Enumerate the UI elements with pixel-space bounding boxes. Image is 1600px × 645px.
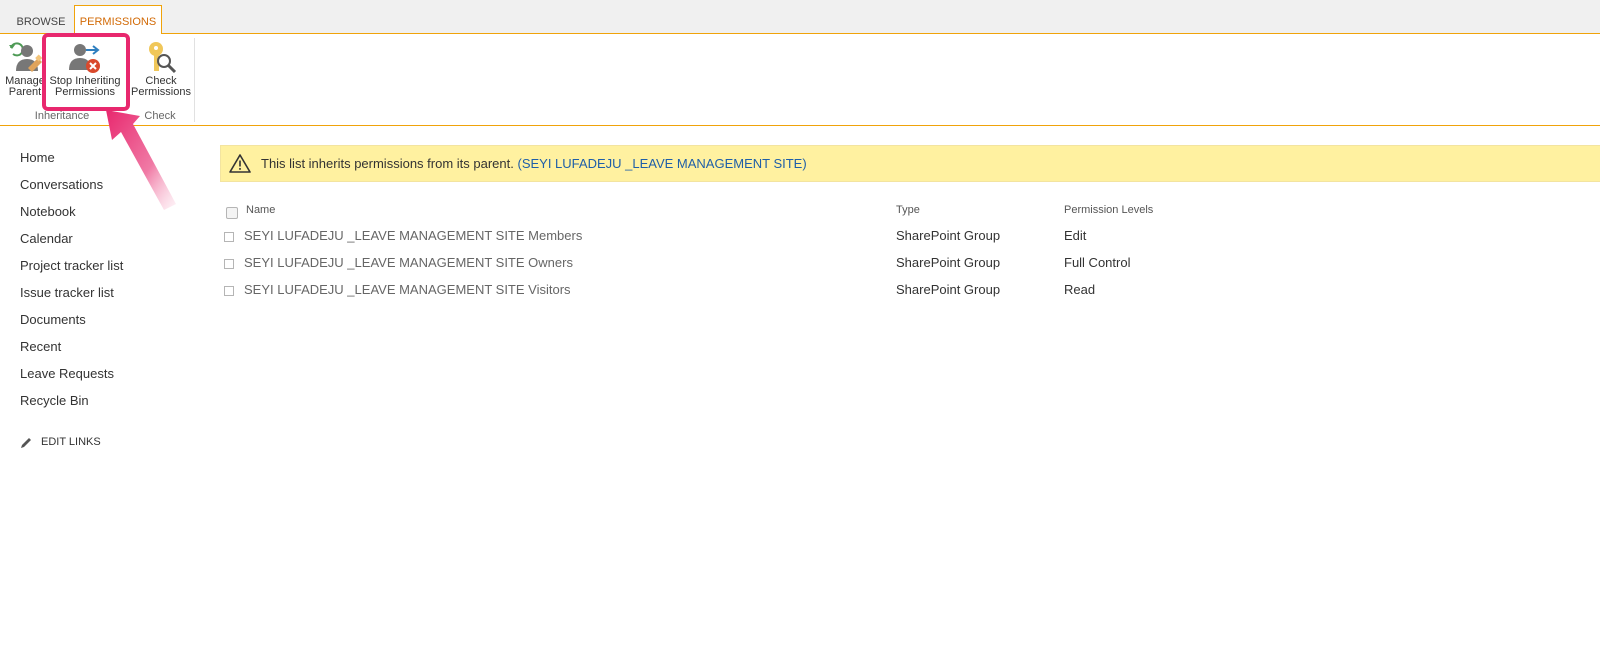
row-checkbox[interactable] [224, 232, 234, 242]
nav-item-leave-requests[interactable]: Leave Requests [20, 364, 210, 391]
stop-inheriting-permissions-button[interactable]: Stop Inheriting Permissions [48, 40, 122, 98]
stop-inheriting-icon [69, 44, 100, 73]
nav-item-notebook[interactable]: Notebook [20, 202, 210, 229]
group-type: SharePoint Group [896, 228, 1001, 243]
parent-site-link[interactable]: (SEYI LUFADEJU _LEAVE MANAGEMENT SITE) [517, 156, 806, 171]
nav-item-home[interactable]: Home [20, 148, 210, 175]
ribbon-tab-bar: BROWSE PERMISSIONS [0, 0, 1600, 35]
nav-item-conversations[interactable]: Conversations [20, 175, 210, 202]
group-type: SharePoint Group [896, 255, 1001, 270]
check-permissions-label: Check Permissions [131, 75, 191, 98]
permission-level: Full Control [1064, 255, 1131, 270]
stop-inheriting-label: Stop Inheriting Permissions [49, 75, 121, 98]
left-navigation: Home Conversations Notebook Calendar Pro… [20, 148, 210, 418]
warning-icon [229, 154, 251, 173]
edit-links-button[interactable]: EDIT LINKS [20, 433, 101, 451]
nav-item-issue-tracker-list[interactable]: Issue tracker list [20, 283, 210, 310]
permissions-table: Name Type Permission Levels SEYI LUFADEJ… [220, 200, 1320, 304]
group-name-link[interactable]: SEYI LUFADEJU _LEAVE MANAGEMENT SITE Vis… [244, 282, 571, 297]
group-name-link[interactable]: SEYI LUFADEJU _LEAVE MANAGEMENT SITE Mem… [244, 228, 582, 243]
column-header-type[interactable]: Type [896, 204, 920, 216]
pencil-icon [21, 437, 31, 448]
nav-item-recent[interactable]: Recent [20, 337, 210, 364]
ribbon: Manage Parent Stop Inheriting Permission… [0, 34, 1600, 126]
group-label-inheritance: Inheritance [34, 110, 90, 122]
nav-item-calendar[interactable]: Calendar [20, 229, 210, 256]
inheritance-warning-banner: This list inherits permissions from its … [220, 145, 1600, 182]
group-name-link[interactable]: SEYI LUFADEJU _LEAVE MANAGEMENT SITE Own… [244, 255, 573, 270]
check-permissions-icon [149, 42, 177, 74]
table-row: SEYI LUFADEJU _LEAVE MANAGEMENT SITE Vis… [220, 277, 1320, 304]
manage-parent-icon [9, 42, 42, 72]
tab-permissions[interactable]: PERMISSIONS [74, 5, 162, 35]
table-row: SEYI LUFADEJU _LEAVE MANAGEMENT SITE Mem… [220, 223, 1320, 250]
nav-item-recycle-bin[interactable]: Recycle Bin [20, 391, 210, 418]
ribbon-divider [194, 38, 195, 122]
manage-parent-label: Manage Parent [5, 75, 45, 98]
banner-message: This list inherits permissions from its … [261, 156, 514, 171]
table-header: Name Type Permission Levels [220, 200, 1320, 220]
table-row: SEYI LUFADEJU _LEAVE MANAGEMENT SITE Own… [220, 250, 1320, 277]
select-all-checkbox[interactable] [226, 207, 238, 219]
column-header-name[interactable]: Name [246, 204, 275, 216]
row-checkbox[interactable] [224, 259, 234, 269]
group-label-check: Check [144, 110, 176, 122]
edit-links-label: EDIT LINKS [41, 436, 101, 448]
nav-item-project-tracker-list[interactable]: Project tracker list [20, 256, 210, 283]
check-permissions-button[interactable]: Check Permissions [130, 40, 192, 98]
row-checkbox[interactable] [224, 286, 234, 296]
permission-level: Edit [1064, 228, 1087, 243]
column-header-permission-levels[interactable]: Permission Levels [1064, 204, 1153, 216]
nav-item-documents[interactable]: Documents [20, 310, 210, 337]
group-type: SharePoint Group [896, 282, 1001, 297]
tab-browse[interactable]: BROWSE [10, 10, 72, 34]
permission-level: Read [1064, 282, 1096, 297]
manage-parent-button[interactable]: Manage Parent [4, 40, 46, 98]
